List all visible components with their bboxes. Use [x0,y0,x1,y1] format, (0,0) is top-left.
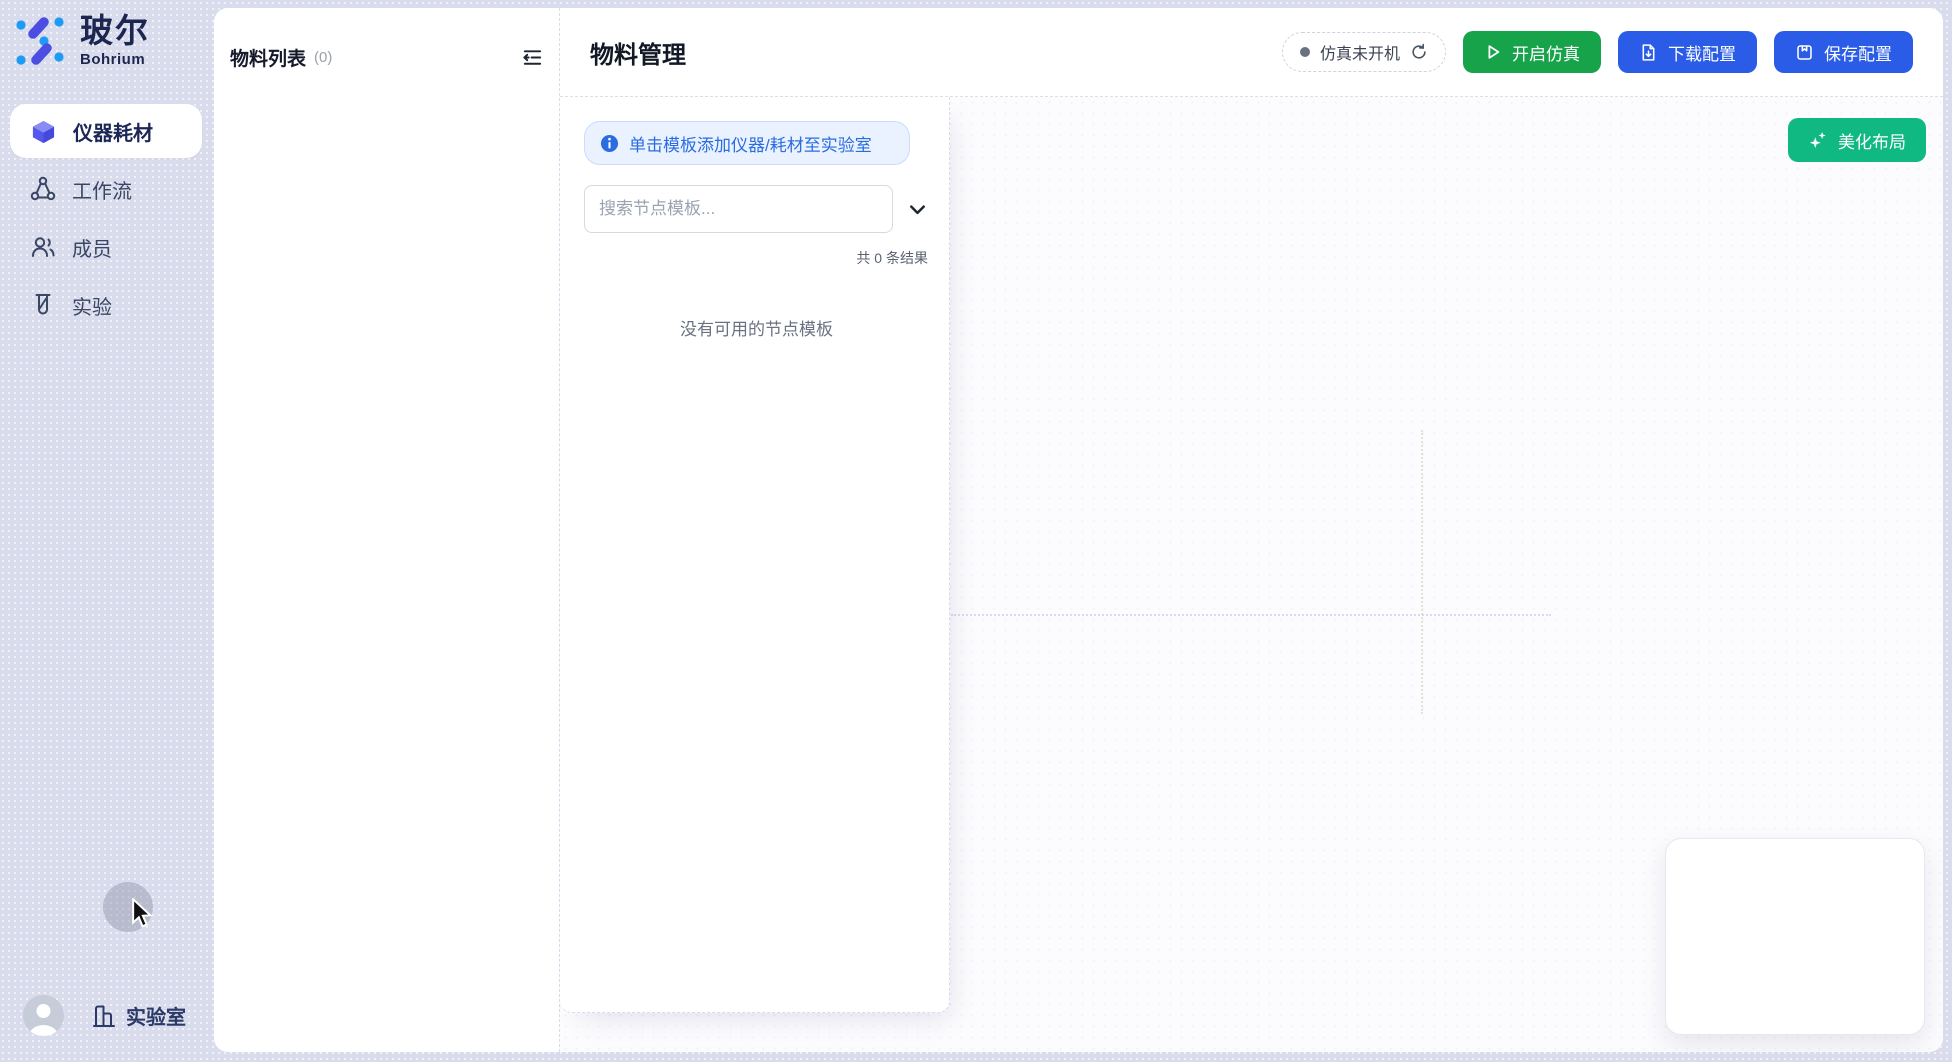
brand-logo: 玻尔 Bohrium [14,14,150,68]
building-icon [91,1003,117,1029]
sidebar-item-label: 工作流 [72,175,132,204]
status-label: 仿真未开机 [1320,40,1400,64]
status-dot-icon [1300,47,1310,57]
sidebar-item-label: 实验 [72,291,112,320]
tip-text: 单击模板添加仪器/耗材至实验室 [629,131,872,156]
save-config-button[interactable]: 保存配置 [1774,31,1913,73]
beautify-layout-label: 美化布局 [1838,128,1906,153]
start-simulation-label: 开启仿真 [1512,40,1580,65]
lab-switcher[interactable]: 实验室 [91,1001,186,1030]
search-row [584,185,929,233]
sidebar-item-label: 仪器耗材 [73,117,153,146]
tip-banner: 单击模板添加仪器/耗材至实验室 [584,121,910,165]
minimap[interactable] [1665,838,1925,1035]
material-list-header: 物料列表 (0) [214,8,559,71]
refresh-status-button[interactable] [1410,43,1428,61]
lab-label: 实验室 [126,1001,186,1030]
chevron-down-icon [906,198,929,221]
play-icon [1484,43,1502,61]
panel-title: 物料列表 [230,44,306,71]
panel-count: (0) [314,49,332,66]
canvas-guide-horizontal [951,614,1551,616]
avatar[interactable] [23,995,64,1036]
app-content: 物料列表 (0) 物料管理 仿真未开机 [214,8,1943,1052]
members-icon [30,234,56,260]
result-count: 共 0 条结果 [584,248,929,268]
info-icon [600,134,619,153]
refresh-icon [1410,43,1428,61]
sidebar: 玻尔 Bohrium 仪器耗材 工作流 [0,0,214,1062]
user-icon [23,995,64,1036]
beautify-layout-button[interactable]: 美化布局 [1788,118,1926,162]
bohrium-logo-icon [14,14,66,68]
sidebar-item-workflow[interactable]: 工作流 [10,162,202,216]
brand-name-en: Bohrium [80,51,150,68]
page-title: 物料管理 [590,35,686,70]
collapse-icon [521,46,544,69]
search-input[interactable] [584,185,893,233]
canvas-guide-vertical [1421,430,1423,714]
layout-canvas[interactable]: 单击模板添加仪器/耗材至实验室 共 0 条结果 没有可用的节点模板 [560,97,1943,1052]
collapse-templates-button[interactable] [906,198,929,221]
sidebar-item-members[interactable]: 成员 [10,220,202,274]
simulation-status-pill: 仿真未开机 [1282,32,1446,72]
cube-icon [30,118,57,145]
test-tube-icon [30,292,56,318]
sparkles-icon [1808,130,1828,150]
sidebar-item-label: 成员 [72,233,112,262]
empty-templates-text: 没有可用的节点模板 [584,315,929,340]
sidebar-item-instruments[interactable]: 仪器耗材 [10,104,202,158]
download-config-label: 下载配置 [1668,40,1736,65]
save-icon [1795,43,1814,62]
header-actions: 仿真未开机 开启仿真 [1282,31,1913,73]
sidebar-item-experiment[interactable]: 实验 [10,278,202,332]
node-template-card: 单击模板添加仪器/耗材至实验室 共 0 条结果 没有可用的节点模板 [560,97,950,1013]
material-list-panel: 物料列表 (0) [214,8,560,1052]
sidebar-nav: 仪器耗材 工作流 成员 [10,104,202,336]
page-header: 物料管理 仿真未开机 开启仿真 [560,8,1943,97]
sidebar-account-row: 实验室 [23,995,186,1036]
main-column: 物料管理 仿真未开机 开启仿真 [560,8,1943,1052]
download-config-button[interactable]: 下载配置 [1618,31,1757,73]
file-download-icon [1639,43,1658,62]
save-config-label: 保存配置 [1824,40,1892,65]
brand-name-zh: 玻尔 [80,14,150,49]
cursor-pointer [128,898,158,930]
collapse-panel-button[interactable] [519,45,545,71]
workflow-icon [30,176,56,202]
start-simulation-button[interactable]: 开启仿真 [1463,31,1601,73]
